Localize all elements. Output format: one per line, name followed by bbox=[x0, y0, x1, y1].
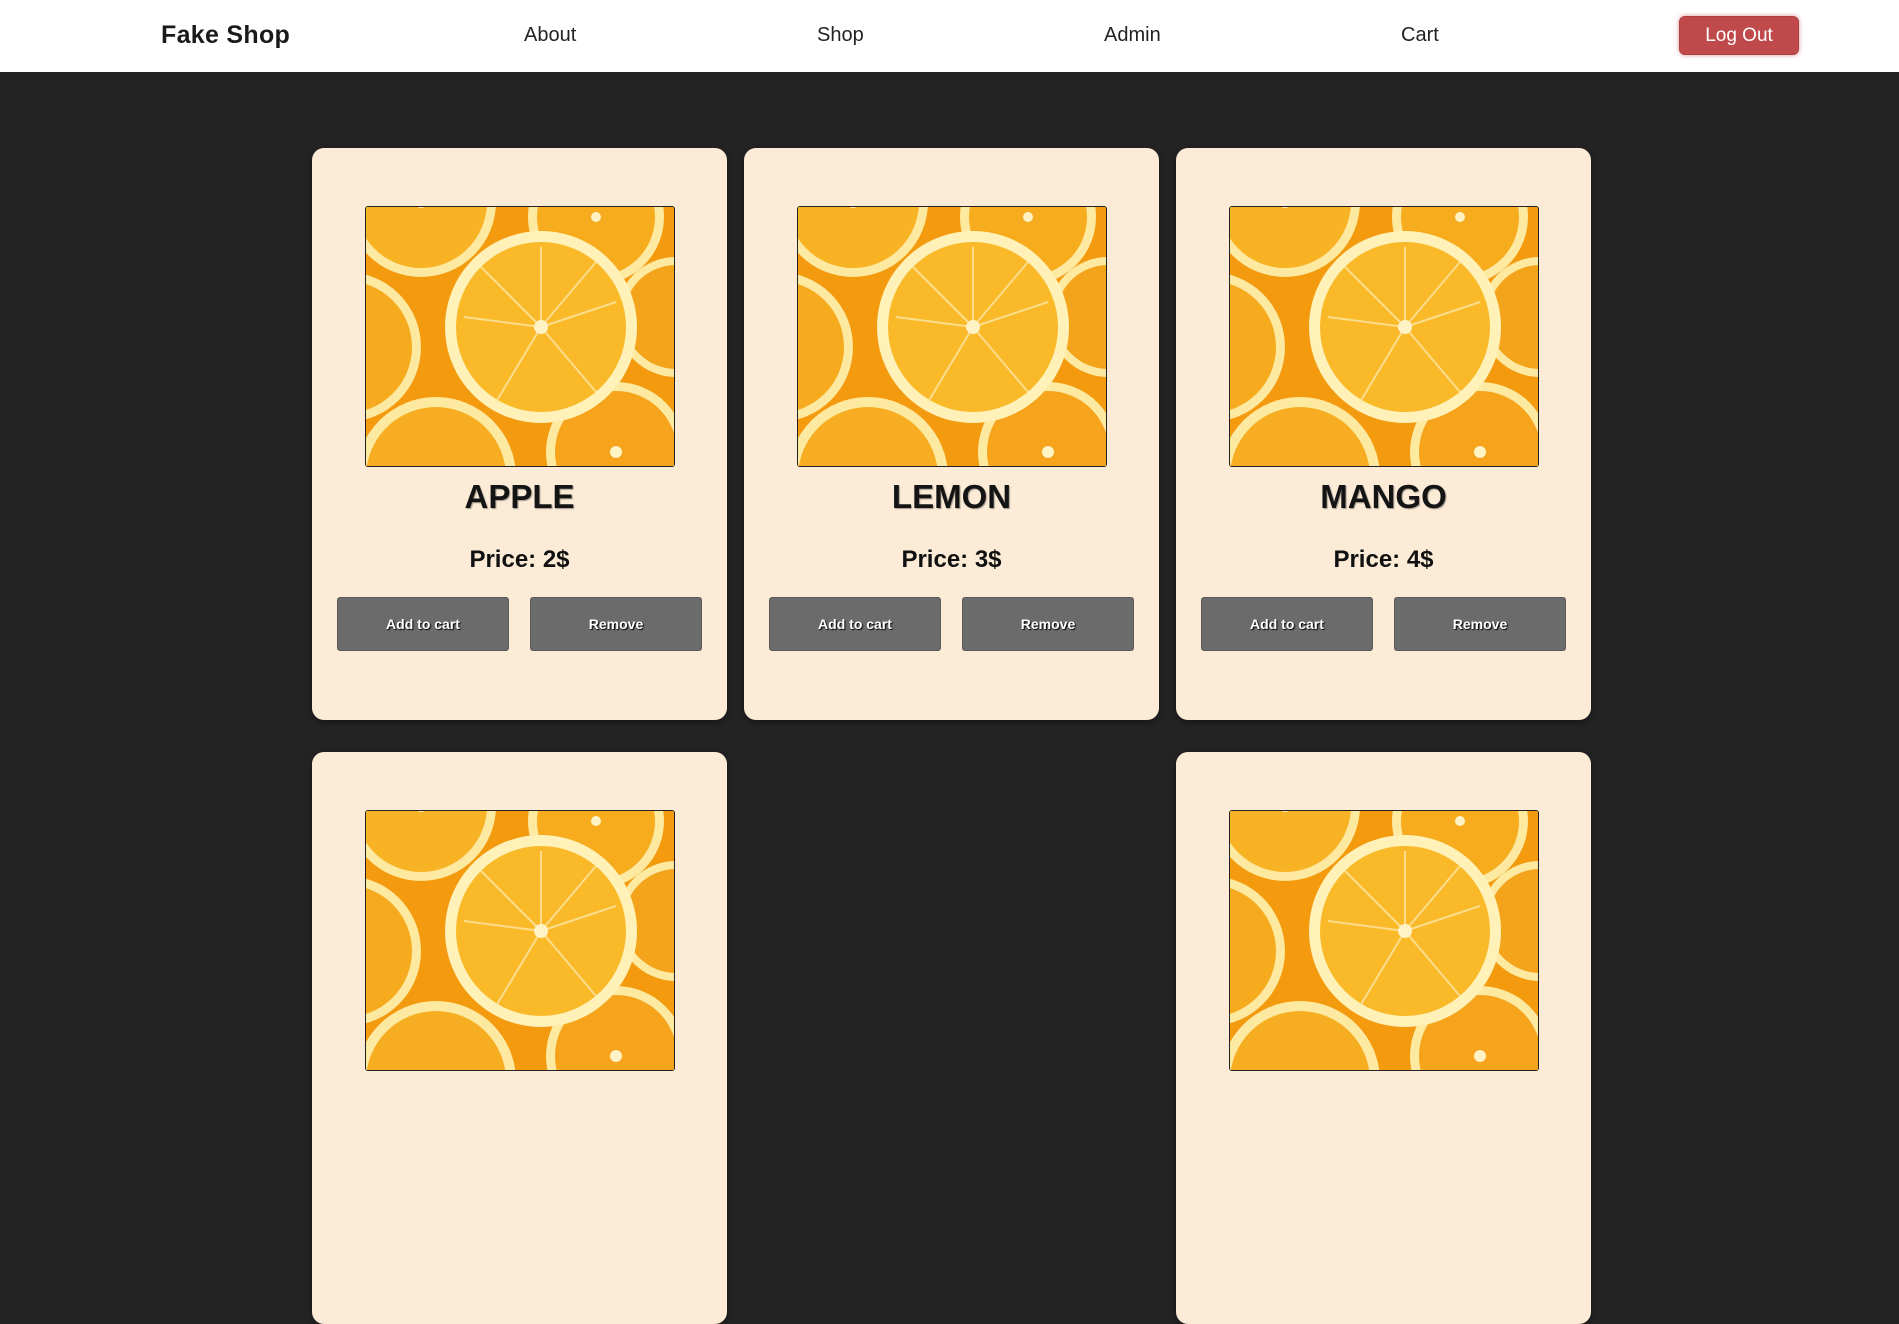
nav-link-shop[interactable]: Shop bbox=[817, 24, 864, 47]
product-image bbox=[1229, 810, 1539, 1071]
add-to-cart-button[interactable]: Add to cart bbox=[337, 597, 509, 651]
nav-link-admin[interactable]: Admin bbox=[1104, 24, 1161, 47]
product-image bbox=[797, 206, 1107, 467]
product-price: Price: 4$ bbox=[1333, 546, 1434, 573]
product-name: APPLE bbox=[464, 478, 575, 515]
product-image bbox=[365, 206, 675, 467]
product-name: LEMON bbox=[891, 478, 1012, 515]
add-to-cart-button[interactable]: Add to cart bbox=[1201, 597, 1373, 651]
top-navbar: Fake Shop About Shop Admin Cart Log Out bbox=[0, 0, 1899, 72]
product-card: APPLE Price: 2$ Add to cart Remove bbox=[312, 148, 727, 720]
product-card bbox=[1176, 752, 1591, 1324]
nav-link-cart[interactable]: Cart bbox=[1401, 24, 1439, 47]
product-card: MANGO Price: 4$ Add to cart Remove bbox=[1176, 148, 1591, 720]
product-price: Price: 2$ bbox=[469, 546, 570, 573]
remove-button[interactable]: Remove bbox=[962, 597, 1134, 651]
nav-link-about[interactable]: About bbox=[524, 24, 576, 47]
product-price: Price: 3$ bbox=[901, 546, 1002, 573]
logout-button[interactable]: Log Out bbox=[1679, 16, 1799, 55]
product-image bbox=[1229, 206, 1539, 467]
brand-logo[interactable]: Fake Shop bbox=[161, 21, 290, 50]
remove-button[interactable]: Remove bbox=[530, 597, 702, 651]
product-image bbox=[365, 810, 675, 1071]
add-to-cart-button[interactable]: Add to cart bbox=[769, 597, 941, 651]
product-card bbox=[312, 752, 727, 1324]
product-card: LEMON Price: 3$ Add to cart Remove bbox=[744, 148, 1159, 720]
remove-button[interactable]: Remove bbox=[1394, 597, 1566, 651]
product-name: MANGO bbox=[1320, 478, 1447, 515]
